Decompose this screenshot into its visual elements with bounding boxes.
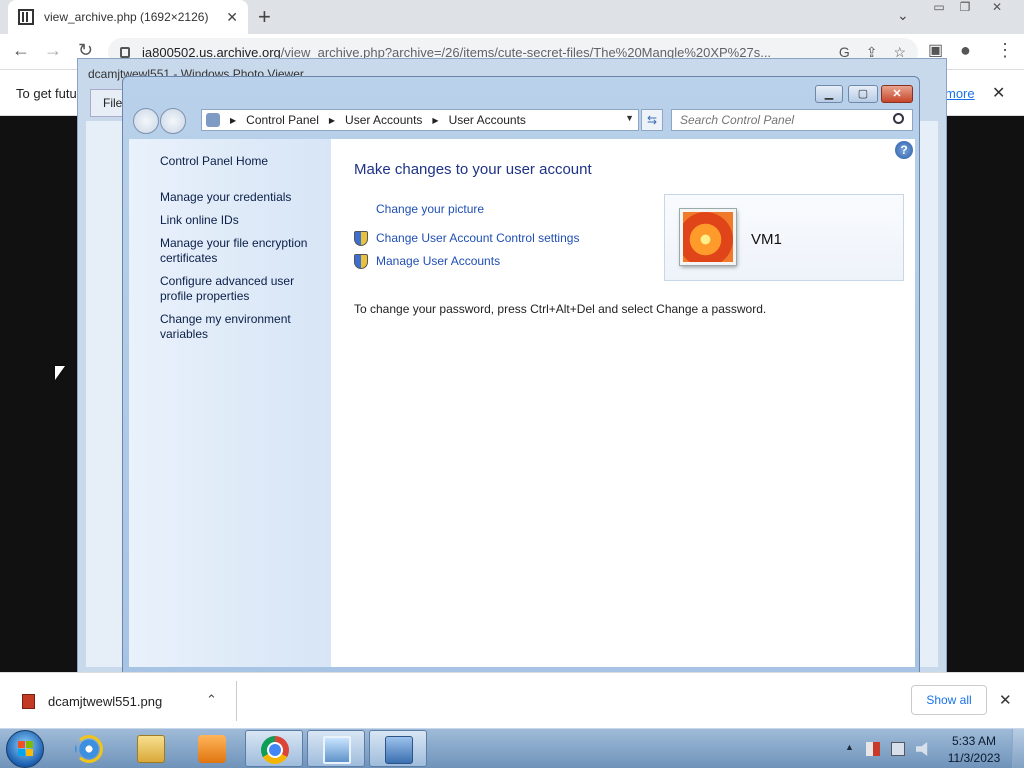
refresh-icon[interactable]: ⇆ xyxy=(641,109,663,131)
search-icon[interactable] xyxy=(893,113,904,124)
folder-icon xyxy=(137,735,165,763)
cp-address-bar[interactable]: ▶ Control Panel ▶ User Accounts ▶ User A… xyxy=(201,109,639,131)
side-panel-icon[interactable]: ▣ xyxy=(928,40,943,60)
help-icon[interactable]: ? xyxy=(895,141,913,159)
new-tab-button[interactable]: + xyxy=(258,4,271,30)
show-desktop-button[interactable] xyxy=(1012,729,1024,768)
tab-close-icon[interactable]: ✕ xyxy=(226,9,238,26)
tab-title: view_archive.php (1692×2126) xyxy=(44,10,209,24)
cp-left-nav: Control Panel Home Manage your credentia… xyxy=(129,139,331,667)
taskbar-google-chrome[interactable] xyxy=(245,730,303,767)
nav-advanced-profile-properties[interactable]: Configure advanced user profile properti… xyxy=(160,274,320,304)
downloads-close-icon[interactable]: ✕ xyxy=(999,691,1012,709)
control-panel-icon xyxy=(206,113,220,127)
taskbar-internet-explorer[interactable] xyxy=(60,730,118,767)
user-account-card: VM1 xyxy=(664,194,904,281)
user-name: VM1 xyxy=(751,231,782,248)
nav-control-panel-home[interactable]: Control Panel Home xyxy=(160,154,320,169)
tab-search-chevron-icon[interactable]: ⌄ xyxy=(897,7,909,24)
breadcrumb-separator-icon[interactable]: ▶ xyxy=(329,116,335,125)
cp-close-button[interactable]: ✕ xyxy=(881,85,913,103)
breadcrumb-separator-icon[interactable]: ▶ xyxy=(230,116,236,125)
cp-maximize-button[interactable]: ▢ xyxy=(848,85,878,103)
change-uac-settings-link[interactable]: Change User Account Control settings xyxy=(376,231,579,245)
address-dropdown-icon[interactable]: ▼ xyxy=(625,113,634,123)
divider xyxy=(236,681,237,721)
infobar-text: To get futu xyxy=(16,86,77,101)
forward-button[interactable] xyxy=(160,108,186,134)
browser-tabstrip: view_archive.php (1692×2126) ✕ + ⌄ ▭ ❐ ✕ xyxy=(0,0,1024,34)
back-arrow-icon[interactable]: ← xyxy=(12,40,30,61)
back-button[interactable] xyxy=(133,108,159,134)
clock-time[interactable]: 5:33 AM xyxy=(948,734,1000,748)
chrome-icon xyxy=(261,736,289,764)
user-avatar[interactable] xyxy=(680,209,736,265)
taskbar-control-panel[interactable] xyxy=(369,730,427,767)
png-file-icon xyxy=(22,694,35,709)
nav-environment-variables[interactable]: Change my environment variables xyxy=(160,312,320,342)
taskbar-media-player[interactable] xyxy=(183,730,241,767)
password-instructions: To change your password, press Ctrl+Alt+… xyxy=(354,302,767,316)
browser-close-button[interactable]: ✕ xyxy=(986,0,1008,16)
network-icon[interactable] xyxy=(891,742,905,756)
nav-manage-credentials[interactable]: Manage your credentials xyxy=(160,190,320,205)
control-panel-window: ▁ ▢ ✕ ▶ Control Panel ▶ User Accounts ▶ … xyxy=(122,76,920,673)
volume-icon[interactable] xyxy=(916,742,928,756)
breadcrumb-control-panel[interactable]: Control Panel xyxy=(246,113,319,127)
internet-explorer-icon xyxy=(75,735,103,763)
forward-arrow-icon[interactable]: → xyxy=(44,40,62,61)
download-filename[interactable]: dcamjtwewl551.png xyxy=(48,694,162,709)
nav-file-encryption-certificates[interactable]: Manage your file encryption certificates xyxy=(160,236,320,266)
lock-icon[interactable] xyxy=(120,46,130,58)
manage-user-accounts-link[interactable]: Manage User Accounts xyxy=(376,254,500,268)
breadcrumb-user-accounts[interactable]: User Accounts xyxy=(345,113,422,127)
taskbar-photo-viewer[interactable] xyxy=(307,730,365,767)
uac-shield-icon xyxy=(354,231,368,246)
taskbar-windows-explorer[interactable] xyxy=(122,730,180,767)
archive-favicon-icon xyxy=(18,9,34,25)
show-all-button[interactable]: Show all xyxy=(911,685,987,715)
photo-viewer-icon xyxy=(323,736,351,764)
taskbar: ▲ 5:33 AM 11/3/2023 xyxy=(0,728,1024,768)
infobar-learn-more-link[interactable]: more xyxy=(945,86,975,101)
clock-date[interactable]: 11/3/2023 xyxy=(945,751,1003,765)
downloads-bar: dcamjtwewl551.png ⌃ Show all ✕ xyxy=(0,672,1024,728)
change-picture-link[interactable]: Change your picture xyxy=(376,202,484,216)
browser-minimize-button[interactable]: ▭ xyxy=(928,0,950,16)
cp-minimize-button[interactable]: ▁ xyxy=(815,85,843,103)
profile-avatar-icon[interactable]: ● xyxy=(960,40,971,61)
breadcrumb-separator-icon[interactable]: ▶ xyxy=(432,116,438,125)
start-button[interactable] xyxy=(6,730,44,768)
breadcrumb-user-accounts-current[interactable]: User Accounts xyxy=(449,113,526,127)
media-player-icon xyxy=(198,735,226,763)
control-panel-icon xyxy=(385,736,413,764)
tray-overflow-chevron-icon[interactable]: ▲ xyxy=(845,742,854,752)
browser-tab[interactable]: view_archive.php (1692×2126) ✕ xyxy=(8,0,248,34)
browser-restore-button[interactable]: ❐ xyxy=(954,0,976,16)
chevron-up-icon[interactable]: ⌃ xyxy=(206,692,217,708)
menu-kebab-icon[interactable]: ⋮ xyxy=(996,40,1014,61)
page-heading: Make changes to your user account xyxy=(354,161,592,178)
infobar-close-icon[interactable]: ✕ xyxy=(992,83,1005,103)
nav-link-online-ids[interactable]: Link online IDs xyxy=(160,213,320,228)
cp-content: Control Panel Home Manage your credentia… xyxy=(129,139,915,667)
action-center-flag-icon[interactable] xyxy=(866,742,880,756)
uac-shield-icon xyxy=(354,254,368,269)
search-control-panel-input[interactable] xyxy=(671,109,913,131)
mouse-cursor-icon xyxy=(55,366,65,380)
